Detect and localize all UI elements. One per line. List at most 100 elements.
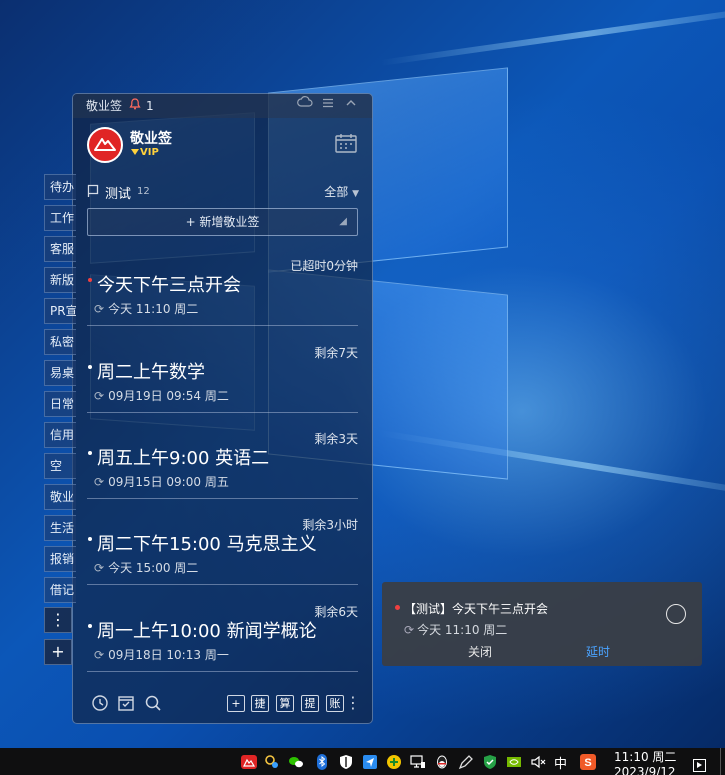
repeat-icon: ⟳ — [94, 648, 105, 662]
remaining-time: 剩余3天 — [314, 432, 358, 446]
repeat-icon: ⟳ — [94, 302, 105, 316]
search-icon[interactable] — [144, 694, 162, 712]
delay-button[interactable]: 延时 — [586, 643, 610, 660]
user-name: 敬业签 — [130, 131, 172, 147]
repeat-icon: ⟳ — [404, 623, 415, 637]
add-group-button[interactable]: + — [44, 639, 72, 665]
calendar-icon[interactable] — [335, 133, 357, 157]
side-tab-group[interactable]: 敬业 — [44, 484, 76, 510]
divider — [87, 584, 358, 585]
side-tab-group[interactable]: 信用 — [44, 422, 76, 448]
svg-text:S: S — [584, 757, 591, 769]
nvidia-icon[interactable] — [506, 754, 522, 770]
note-item[interactable]: 剩余7天 周二上午数学 ⟳ 09月19日 09:54 周二 — [87, 344, 358, 430]
profile-header: 敬业签 VIP — [87, 127, 367, 163]
clock-date: 2023/9/12 — [614, 765, 676, 775]
side-tab-group[interactable]: 工作 — [44, 205, 76, 231]
plus-app-icon[interactable] — [386, 754, 402, 770]
shortcut-tool-button[interactable]: 捷 — [251, 695, 269, 712]
reminder-tool-button[interactable]: 提 — [301, 695, 319, 712]
plus-tool-button[interactable]: + — [227, 695, 245, 712]
group-header: 测试 12 全部 ▼ — [87, 182, 359, 202]
side-tab-group[interactable]: 新版 — [44, 267, 76, 293]
repeat-icon: ⟳ — [94, 475, 105, 489]
overdue-dot — [395, 605, 400, 610]
display-icon[interactable] — [410, 754, 426, 770]
security-shield-icon[interactable] — [482, 754, 498, 770]
side-tab-group[interactable]: 日常 — [44, 391, 76, 417]
complete-checkbox[interactable] — [666, 604, 686, 624]
bluetooth-icon[interactable] — [314, 754, 330, 770]
taskbar-clock[interactable]: 11:10 周二 2023/9/12 — [614, 750, 676, 775]
network-share-icon[interactable] — [264, 754, 280, 770]
group-count: 12 — [137, 186, 150, 197]
paper-plane-icon[interactable] — [362, 754, 378, 770]
repeat-icon: ⟳ — [94, 561, 105, 575]
action-center-icon[interactable] — [693, 759, 706, 772]
show-desktop-button[interactable] — [720, 748, 721, 775]
input-method-indicator[interactable]: 中 — [554, 753, 567, 772]
note-title: 周五上午9:00 英语二 — [97, 448, 270, 469]
status-dot — [88, 624, 92, 628]
popup-title: 【测试】今天下午三点开会 — [404, 602, 549, 616]
more-options-icon[interactable]: ⋮ — [345, 693, 361, 712]
divider — [87, 325, 358, 326]
group-name: 测试 — [105, 187, 132, 202]
avatar[interactable] — [87, 127, 123, 163]
reminder-popup: 【测试】今天下午三点开会 ⟳ 今天 11:10 周二 关闭 延时 — [382, 582, 702, 666]
reminder-count: 1 — [146, 99, 154, 113]
wechat-icon[interactable] — [288, 754, 304, 770]
remaining-time: 剩余6天 — [314, 605, 358, 619]
cloud-sync-icon[interactable] — [297, 94, 313, 118]
collapse-chevron-icon[interactable] — [345, 94, 357, 118]
sticky-note-widget: 敬业签 1 敬业签 VIP 测试 12 全部 ▼ + 新增敬业签 ◢ 已超时0分… — [72, 93, 373, 724]
clock-time: 11:10 周二 — [614, 750, 677, 764]
status-dot — [88, 365, 92, 369]
shield-icon[interactable] — [338, 754, 354, 770]
expand-corner-icon[interactable]: ◢ — [339, 209, 347, 235]
add-note-button[interactable]: + 新增敬业签 ◢ — [87, 208, 358, 236]
popup-time: ⟳ 今天 11:10 周二 — [404, 623, 508, 637]
status-dot — [88, 278, 92, 282]
calculator-tool-button[interactable]: 算 — [276, 695, 294, 712]
note-item[interactable]: 已超时0分钟 今天下午三点开会 ⟳ 今天 11:10 周二 — [87, 257, 358, 343]
archive-icon[interactable] — [117, 694, 135, 712]
repeat-icon: ⟳ — [94, 389, 105, 403]
taskbar: 中 S 11:10 周二 2023/9/12 — [0, 748, 725, 775]
more-groups-button[interactable]: ⋮ — [44, 607, 72, 633]
side-tab-group[interactable]: 私密 — [44, 329, 76, 355]
note-due: ⟳ 今天 11:10 周二 — [94, 302, 199, 316]
divider — [87, 498, 358, 499]
account-tool-button[interactable]: 账 — [326, 695, 344, 712]
side-tab-group[interactable]: 易桌 — [44, 360, 76, 386]
side-tab-group[interactable]: 待办 — [44, 174, 76, 200]
widget-titlebar[interactable]: 敬业签 1 — [73, 94, 372, 118]
side-tab-group[interactable]: 空 — [44, 453, 76, 479]
menu-icon[interactable] — [322, 94, 334, 118]
note-item[interactable]: 剩余3天周五上午9:00 英语二 ⟳ 09月15日 09:00 周五 — [87, 430, 358, 516]
app-title: 敬业签 — [86, 99, 123, 113]
side-tab-group[interactable]: 生活 — [44, 515, 76, 541]
pen-icon[interactable] — [458, 754, 474, 770]
side-tab-group[interactable]: PR宣 — [44, 298, 76, 324]
sogou-icon[interactable]: S — [580, 754, 596, 770]
volume-muted-icon[interactable] — [530, 754, 546, 770]
side-tab-group[interactable]: 报销 — [44, 546, 76, 572]
note-item[interactable]: 剩余3小时 周二下午15:00 马克思主义 ⟳ 今天 15:00 周二 — [87, 516, 358, 602]
remaining-time: 剩余7天 — [314, 346, 358, 360]
note-due: ⟳ 今天 15:00 周二 — [94, 561, 199, 575]
filter-dropdown[interactable]: 全部 ▼ — [324, 183, 359, 200]
note-item[interactable]: 剩余6天 周一上午10:00 新闻学概论 ⟳ 09月18日 10:13 周一 — [87, 603, 358, 689]
jingyeqian-tray-icon[interactable] — [241, 754, 257, 770]
side-tab-group[interactable]: 客服 — [44, 236, 76, 262]
status-dot — [88, 537, 92, 541]
close-button[interactable]: 关闭 — [468, 643, 492, 660]
bell-icon[interactable] — [129, 94, 141, 118]
qq-icon[interactable] — [434, 754, 450, 770]
note-title: 周二上午数学 — [97, 362, 205, 383]
clock-icon[interactable] — [91, 694, 109, 712]
note-title: 周一上午10:00 新闻学概论 — [97, 621, 317, 642]
side-tab-group[interactable]: 借记 — [44, 577, 76, 603]
status-dot — [88, 451, 92, 455]
note-due: ⟳ 09月15日 09:00 周五 — [94, 475, 229, 489]
